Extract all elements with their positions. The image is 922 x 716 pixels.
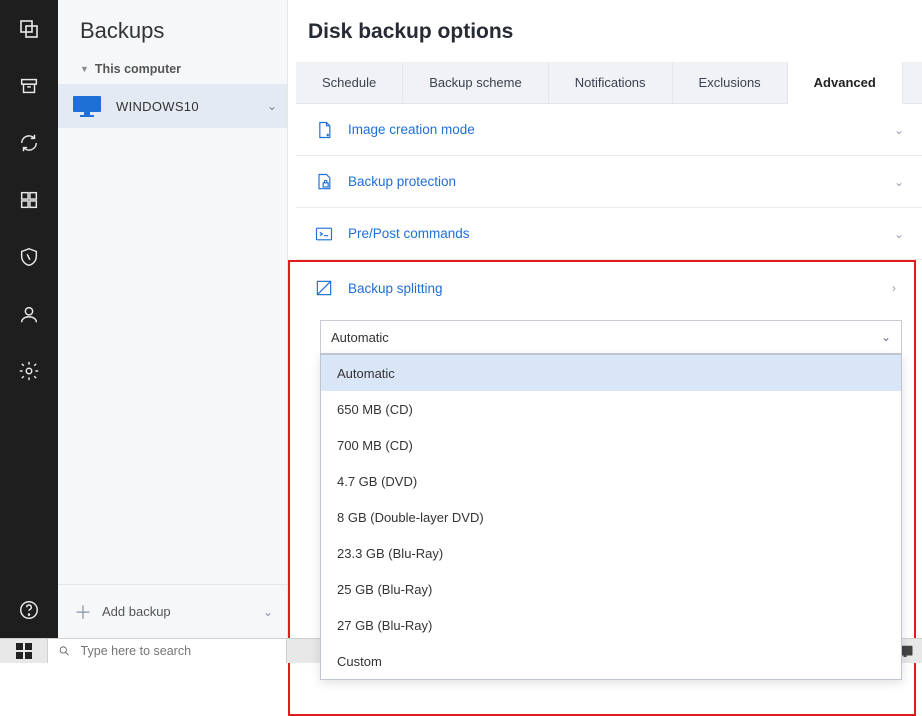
chevron-down-icon: ⌄: [894, 227, 904, 241]
accordion-backup-splitting[interactable]: Backup splitting ›: [296, 262, 914, 314]
caret-down-icon: ▼: [80, 64, 89, 74]
taskbar-search[interactable]: [47, 639, 287, 663]
chevron-down-icon: ⌄: [263, 605, 273, 619]
sidebar-title: Backups: [58, 0, 287, 58]
dropdown-option-27gb[interactable]: 27 GB (Blu-Ray): [321, 607, 901, 643]
monitor-icon: [72, 95, 102, 117]
accordion-label: Backup protection: [348, 174, 894, 189]
search-icon: [58, 644, 71, 658]
sidebar-group-label: This computer: [95, 62, 181, 76]
windows-icon: [16, 643, 32, 659]
rail-shield-icon[interactable]: [0, 228, 58, 285]
page-title: Disk backup options: [288, 0, 922, 62]
dropdown-option-automatic[interactable]: Automatic: [321, 355, 901, 391]
page-plus-icon: [314, 120, 334, 140]
chevron-right-icon: ›: [892, 281, 896, 295]
sidebar-item-label: WINDOWS10: [116, 99, 267, 114]
sidebar-item-windows10[interactable]: WINDOWS10 ⌄: [58, 84, 287, 128]
tab-exclusions[interactable]: Exclusions: [673, 62, 788, 103]
tab-backup-scheme[interactable]: Backup scheme: [403, 62, 549, 103]
plus-icon: ＋: [72, 599, 94, 625]
dropdown-option-4-7gb[interactable]: 4.7 GB (DVD): [321, 463, 901, 499]
tab-schedule[interactable]: Schedule: [296, 62, 403, 103]
chevron-down-icon: ⌄: [881, 330, 891, 344]
add-backup-label: Add backup: [102, 604, 263, 619]
rail-user-icon[interactable]: [0, 285, 58, 342]
app-rail: [0, 0, 58, 638]
rail-settings-icon[interactable]: [0, 342, 58, 399]
page-lock-icon: [314, 172, 334, 192]
accordion-pre-post-commands[interactable]: Pre/Post commands ⌄: [296, 208, 922, 260]
main-panel: Disk backup options Schedule Backup sche…: [288, 0, 922, 638]
tab-notifications[interactable]: Notifications: [549, 62, 673, 103]
dropdown-option-650mb[interactable]: 650 MB (CD): [321, 391, 901, 427]
rail-sync-icon[interactable]: [0, 114, 58, 171]
accordion-label: Backup splitting: [348, 281, 892, 296]
sidebar: Backups ▼ This computer WINDOWS10 ⌄ ＋ Ad…: [58, 0, 288, 638]
splitting-dropdown-list: Automatic 650 MB (CD) 700 MB (CD) 4.7 GB…: [320, 354, 902, 680]
rail-grid-icon[interactable]: [0, 171, 58, 228]
dropdown-option-custom[interactable]: Custom: [321, 643, 901, 679]
accordion-backup-protection[interactable]: Backup protection ⌄: [296, 156, 922, 208]
settings-tabs: Schedule Backup scheme Notifications Exc…: [296, 62, 922, 104]
dropdown-option-8gb[interactable]: 8 GB (Double-layer DVD): [321, 499, 901, 535]
sidebar-group-this-computer[interactable]: ▼ This computer: [58, 58, 287, 84]
advanced-accordion: Image creation mode ⌄ Backup protection …: [288, 104, 922, 716]
rail-copy-icon[interactable]: [0, 0, 58, 57]
split-icon: [314, 278, 334, 298]
dropdown-option-700mb[interactable]: 700 MB (CD): [321, 427, 901, 463]
chevron-down-icon: ⌄: [894, 175, 904, 189]
dropdown-option-23-3gb[interactable]: 23.3 GB (Blu-Ray): [321, 535, 901, 571]
tab-advanced[interactable]: Advanced: [788, 62, 903, 104]
chevron-down-icon: ⌄: [267, 99, 277, 113]
rail-archive-icon[interactable]: [0, 57, 58, 114]
rail-help-icon[interactable]: [0, 581, 58, 638]
dropdown-value: Automatic: [331, 330, 389, 345]
dropdown-option-25gb[interactable]: 25 GB (Blu-Ray): [321, 571, 901, 607]
add-backup-button[interactable]: ＋ Add backup ⌄: [58, 584, 287, 638]
backup-splitting-section: Backup splitting › Automatic ⌄ Automatic…: [288, 260, 916, 716]
terminal-icon: [314, 224, 334, 244]
taskbar-search-input[interactable]: [81, 644, 276, 658]
accordion-label: Pre/Post commands: [348, 226, 894, 241]
chevron-down-icon: ⌄: [894, 123, 904, 137]
accordion-image-creation-mode[interactable]: Image creation mode ⌄: [296, 104, 922, 156]
accordion-label: Image creation mode: [348, 122, 894, 137]
splitting-dropdown[interactable]: Automatic ⌄: [320, 320, 902, 354]
start-button[interactable]: [0, 639, 47, 663]
